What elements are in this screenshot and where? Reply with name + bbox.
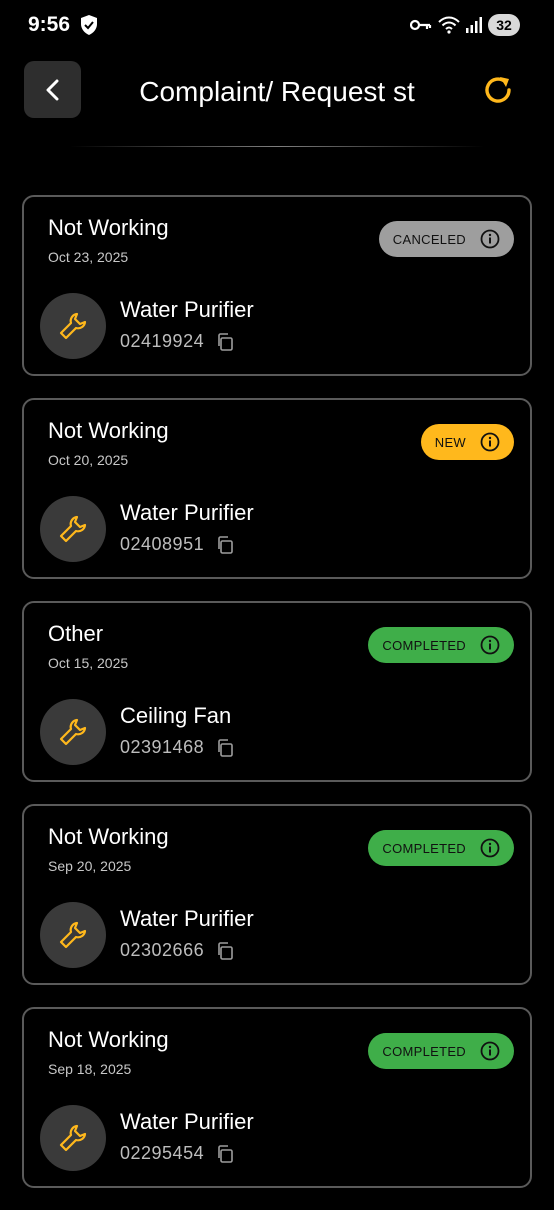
copy-icon[interactable]: [216, 1144, 234, 1163]
status-badge[interactable]: COMPLETED: [368, 1033, 514, 1069]
request-type: Not Working: [48, 418, 169, 443]
request-date: Oct 20, 2025: [48, 452, 129, 468]
ticket-row: 02302666: [120, 940, 234, 961]
request-date: Oct 15, 2025: [48, 655, 129, 671]
avatar: [40, 496, 106, 562]
refresh-icon[interactable]: [480, 72, 516, 108]
ticket-row: 02408951: [120, 534, 234, 555]
avatar: [40, 293, 106, 359]
wifi-icon: [438, 16, 460, 34]
battery-badge: 32: [488, 14, 520, 36]
status-bar: 9:56 32: [0, 0, 554, 52]
request-list: Not Working Oct 23, 2025 CANCELED Water …: [22, 195, 532, 1210]
header-divider: [70, 146, 484, 147]
info-icon: [480, 838, 500, 858]
status-label: COMPLETED: [382, 637, 466, 653]
avatar: [40, 1105, 106, 1171]
status-time: 9:56: [28, 13, 71, 36]
wrench-icon: [59, 515, 87, 543]
request-card[interactable]: Other Oct 15, 2025 COMPLETED Ceiling Fan…: [22, 601, 532, 782]
request-date: Sep 20, 2025: [48, 858, 132, 874]
info-icon: [480, 1041, 500, 1061]
request-type: Not Working: [48, 215, 169, 240]
status-badge[interactable]: COMPLETED: [368, 830, 514, 866]
request-type: Not Working: [48, 824, 169, 849]
avatar: [40, 902, 106, 968]
ticket-row: 02391468: [120, 737, 234, 758]
status-badge[interactable]: CANCELED: [378, 221, 514, 257]
ticket-number: 02408951: [120, 534, 205, 554]
product-name: Ceiling Fan: [120, 703, 232, 728]
ticket-number: 02295454: [120, 1143, 205, 1163]
copy-icon[interactable]: [216, 535, 234, 554]
ticket-number: 02419924: [120, 331, 205, 351]
status-badge[interactable]: COMPLETED: [368, 627, 514, 663]
product-name: Water Purifier: [120, 500, 254, 525]
status-badge[interactable]: NEW: [420, 424, 514, 460]
ticket-row: 02419924: [120, 331, 234, 352]
status-label: CANCELED: [392, 231, 466, 247]
info-icon: [480, 229, 500, 249]
wrench-icon: [59, 921, 87, 949]
status-label: NEW: [434, 434, 466, 450]
info-icon: [480, 635, 500, 655]
avatar: [40, 699, 106, 765]
signal-icon: [466, 17, 482, 33]
request-card[interactable]: Not Working Oct 20, 2025 NEW Water Purif…: [22, 398, 532, 579]
request-card[interactable]: Not Working Oct 23, 2025 CANCELED Water …: [22, 195, 532, 376]
ticket-row: 02295454: [120, 1143, 234, 1164]
info-icon: [480, 432, 500, 452]
request-type: Not Working: [48, 1027, 169, 1052]
request-type: Other: [48, 621, 104, 646]
page-title: Complaint/ Request st: [139, 76, 415, 107]
product-name: Water Purifier: [120, 1109, 254, 1134]
copy-icon[interactable]: [216, 941, 234, 960]
product-name: Water Purifier: [120, 297, 254, 322]
shield-icon: [81, 15, 97, 35]
product-name: Water Purifier: [120, 906, 254, 931]
chevron-left-icon: [46, 79, 58, 100]
wrench-icon: [59, 718, 87, 746]
back-button[interactable]: [24, 61, 81, 118]
ticket-number: 02302666: [120, 940, 205, 960]
wrench-icon: [59, 1124, 87, 1152]
request-date: Sep 18, 2025: [48, 1061, 132, 1077]
copy-icon[interactable]: [216, 738, 234, 757]
copy-icon[interactable]: [216, 332, 234, 351]
key-icon: [410, 19, 432, 31]
status-label: COMPLETED: [382, 840, 466, 856]
request-card[interactable]: Not Working Sep 18, 2025 COMPLETED Water…: [22, 1007, 532, 1188]
wrench-icon: [59, 312, 87, 340]
status-icons: 32: [410, 13, 520, 37]
app-header: Complaint/ Request st: [0, 52, 554, 152]
request-card[interactable]: Not Working Sep 20, 2025 COMPLETED Water…: [22, 804, 532, 985]
status-label: COMPLETED: [382, 1043, 466, 1059]
ticket-number: 02391468: [120, 737, 205, 757]
request-date: Oct 23, 2025: [48, 249, 129, 265]
